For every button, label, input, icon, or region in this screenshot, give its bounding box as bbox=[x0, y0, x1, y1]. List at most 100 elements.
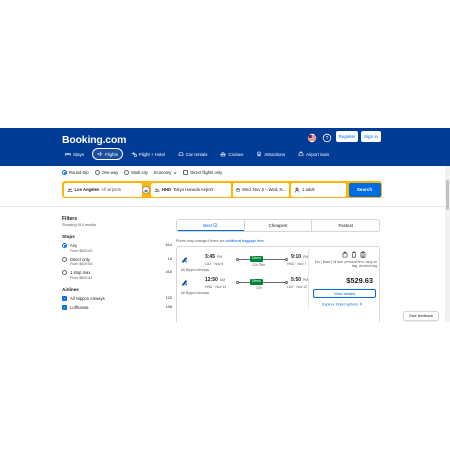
stop-price: From $529.63 bbox=[70, 248, 93, 253]
to-field[interactable]: HND Tokyo Haneda Airport bbox=[151, 182, 231, 197]
nav-label: Flight + Hotel bbox=[138, 151, 165, 157]
tab-label: Fastest bbox=[338, 223, 353, 228]
nav-attractions[interactable]: Attractions bbox=[251, 148, 290, 160]
direct-only-toggle[interactable]: Direct flights only bbox=[183, 170, 222, 175]
arrive-time: 5:50 bbox=[291, 277, 302, 283]
plane-hotel-icon bbox=[131, 151, 137, 157]
to-code: HND bbox=[162, 187, 172, 192]
airline-label: All Nippon Airways bbox=[70, 295, 105, 301]
search-button[interactable]: Search bbox=[348, 182, 381, 197]
nav-car-rentals[interactable]: Car rentals bbox=[173, 148, 212, 160]
flight-card[interactable]: 3:45 PM LAX · Nov 6 Direct 12h 25m 9:10 … bbox=[176, 246, 380, 322]
main-nav: Stays Flights Flight + Hotel Car rentals… bbox=[60, 148, 334, 160]
arrive-airport: LAX · Nov 12 bbox=[287, 285, 308, 289]
info-icon[interactable] bbox=[213, 223, 218, 228]
tab-cheapest[interactable]: Cheapest bbox=[243, 220, 312, 231]
airline-count: 120 bbox=[165, 295, 172, 300]
nav-label: Flights bbox=[104, 151, 118, 157]
notice-text: Prices may change if there are bbox=[176, 239, 226, 243]
travelers-value: 1 adult bbox=[302, 187, 315, 192]
stop-price: From $529.63 bbox=[70, 275, 93, 280]
radio-icon[interactable] bbox=[94, 170, 100, 175]
give-feedback-button[interactable]: Give feedback bbox=[403, 311, 439, 321]
ana-logo-icon bbox=[181, 257, 188, 263]
scrollbar[interactable] bbox=[445, 166, 450, 322]
stops-option-one-stop[interactable]: 1 stop max From $529.63 416 bbox=[62, 270, 172, 280]
nav-flight-hotel[interactable]: Flight + Hotel bbox=[126, 148, 170, 160]
destination-dot bbox=[285, 257, 288, 261]
nav-stays[interactable]: Stays bbox=[60, 148, 89, 160]
register-button[interactable]: Register bbox=[336, 131, 358, 142]
airline-option-lufthansa[interactable]: ✓ Lufthansa 108 bbox=[62, 304, 172, 310]
signin-button[interactable]: Sign in bbox=[361, 131, 381, 142]
from-city: Los Angeles bbox=[74, 187, 100, 192]
airline-option-ana[interactable]: ✓ All Nippon Airways 120 bbox=[62, 295, 172, 301]
nav-cruises[interactable]: Cruises bbox=[215, 148, 248, 160]
stops-option-direct[interactable]: Direct only From $529.63 16 bbox=[62, 256, 172, 266]
stop-count: 416 bbox=[165, 270, 172, 274]
from-field[interactable]: Los Angeles All airports bbox=[63, 182, 142, 197]
date-value: Wed, Nov 6 – Wed, N... bbox=[242, 187, 286, 192]
nav-label: Car rentals bbox=[185, 151, 208, 157]
radio-icon[interactable] bbox=[62, 256, 67, 262]
tab-best[interactable]: Best bbox=[177, 220, 244, 231]
search-bar: Los Angeles All airports ⇄ HND Tokyo Han… bbox=[62, 181, 382, 198]
stop-price: From $529.63 bbox=[70, 262, 93, 266]
stop-label: Any bbox=[70, 243, 78, 248]
arrive-airport: HND · Nov 7 bbox=[287, 262, 307, 266]
sort-tabs: Best Cheapest Fastest bbox=[176, 219, 380, 232]
stop-count: 614 bbox=[165, 243, 172, 247]
stops-title: Stops bbox=[62, 234, 75, 239]
explore-ticket-options-link[interactable]: Explore ticket options bbox=[322, 302, 363, 307]
checkbox-icon[interactable] bbox=[183, 170, 189, 175]
swap-button[interactable]: ⇄ bbox=[142, 185, 150, 194]
depart-suffix: AM bbox=[220, 278, 226, 282]
checkbox-checked-icon[interactable]: ✓ bbox=[62, 295, 67, 301]
nav-label: Airport taxis bbox=[306, 151, 330, 157]
plane-takeoff-icon bbox=[67, 187, 72, 192]
logo[interactable]: Booking.com bbox=[62, 134, 127, 146]
depart-time: 3:45 bbox=[205, 254, 216, 260]
tab-fastest[interactable]: Fastest bbox=[311, 220, 379, 231]
stop-label: 1 stop max bbox=[70, 270, 91, 275]
trip-round[interactable]: Round-trip bbox=[62, 170, 89, 175]
cabin-label: Economy bbox=[153, 170, 172, 175]
radio-icon[interactable] bbox=[124, 170, 130, 175]
price: $529.63 bbox=[346, 276, 373, 285]
taxi-icon bbox=[298, 151, 304, 156]
tab-label: Cheapest bbox=[268, 223, 288, 228]
stops-option-any[interactable]: Any From $529.63 614 bbox=[62, 243, 172, 253]
view-details-button[interactable]: View details bbox=[313, 289, 376, 298]
plane-icon bbox=[97, 151, 103, 157]
explore-label: Explore ticket options bbox=[322, 302, 359, 307]
nav-label: Stays bbox=[73, 151, 84, 157]
airline-label: Lufthansa bbox=[70, 304, 89, 310]
stop-label: Direct only bbox=[70, 256, 90, 262]
car-icon bbox=[178, 152, 184, 156]
radio-icon[interactable] bbox=[62, 243, 67, 248]
help-icon[interactable]: ? bbox=[322, 133, 332, 143]
nav-airport-taxis[interactable]: Airport taxis bbox=[293, 148, 334, 160]
date-field[interactable]: Wed, Nov 6 – Wed, N... bbox=[233, 182, 289, 197]
baggage-fees-link[interactable]: additional baggage fees bbox=[226, 239, 264, 243]
price-notice: Prices may change if there are additiona… bbox=[176, 239, 264, 243]
airline-count: 108 bbox=[165, 304, 172, 309]
baggage-icons bbox=[342, 251, 366, 258]
radio-icon[interactable] bbox=[62, 170, 67, 175]
depart-airport: HND · Nov 13 bbox=[205, 285, 227, 289]
travelers-field[interactable]: 1 adult bbox=[291, 182, 346, 197]
checkbox-checked-icon[interactable]: ✓ bbox=[62, 304, 67, 310]
stop-count: 16 bbox=[167, 256, 172, 261]
nav-flights[interactable]: Flights bbox=[91, 148, 123, 160]
checked-bag-icon bbox=[360, 251, 366, 258]
cabin-select[interactable]: Economy bbox=[154, 170, 177, 175]
scrollbar-thumb[interactable] bbox=[446, 180, 449, 210]
inbound-segment: 12:50 AM HND · Nov 13 Direct 10h 5:50 PM… bbox=[181, 277, 308, 297]
radio-icon[interactable] bbox=[62, 270, 67, 275]
plane-landing-icon bbox=[154, 188, 160, 192]
us-flag-icon[interactable] bbox=[307, 133, 317, 143]
trip-multicity[interactable]: Multi-city bbox=[124, 170, 148, 175]
outbound-segment: 3:45 PM LAX · Nov 6 Direct 12h 25m 9:10 … bbox=[181, 254, 308, 274]
trip-oneway[interactable]: One-way bbox=[94, 170, 118, 175]
destination-dot bbox=[285, 280, 288, 284]
